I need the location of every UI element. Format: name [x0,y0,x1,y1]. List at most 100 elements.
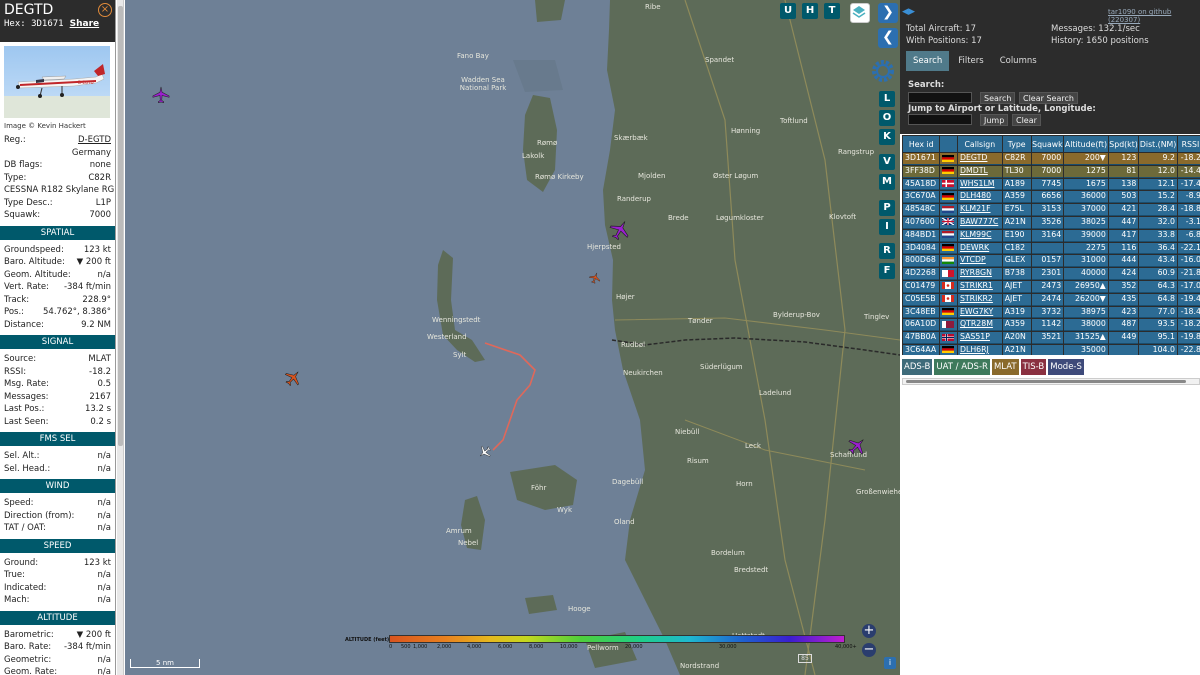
aircraft-icon[interactable] [152,86,170,104]
table-row[interactable]: 48548C KLM21F E75L 3153 37000 421 28.4 -18.8 [903,204,1200,216]
table-row[interactable]: 4D2268 RYR8GN B738 2301 40000 424 60.9 -21.8 [903,268,1200,280]
table-row[interactable]: 3C64AA DLH6RJ A21N 35000 104.0 -22.8 [903,344,1200,355]
column-header[interactable] [940,136,957,152]
cell-dist: 15.2 [1139,191,1177,204]
cell-cs[interactable]: DLH6RJ [957,344,1002,355]
cell-cs[interactable]: DEGTD [957,153,1002,165]
map-side-button-l[interactable]: L [879,91,895,107]
altitude-value: n/a [97,667,111,675]
expand-icon[interactable]: ◂▸ [902,4,915,19]
search-input[interactable] [908,92,972,103]
cell-alt: 40000 [1064,268,1108,280]
place-label: Amrum [446,527,472,535]
column-header[interactable]: RSSI [1177,136,1200,152]
jump-input[interactable] [908,114,972,125]
cell-cs[interactable]: STRIKR2 [957,293,1002,306]
chevron-right-icon[interactable]: ❯ [878,3,898,23]
place-label: Rudbøl [621,341,646,349]
column-header[interactable]: Spd(kt) [1108,136,1139,152]
map-side-button-f[interactable]: F [879,263,895,279]
cell-sq: 3153 [1031,204,1064,216]
spatial-row: Geom. Altitude: n/a [4,269,111,282]
column-header[interactable]: Hex id [903,136,940,152]
place-label: Brede [668,214,689,222]
left-panel-scrollbar[interactable] [117,0,124,675]
map-button-t[interactable]: T [824,3,840,19]
altitude-tick-label: 8,000 [529,644,544,650]
clear-search-button[interactable]: Clear Search [1019,92,1078,104]
map-view[interactable]: Ribe Spandet Fano Bay Wadden Sea National P… [125,0,900,675]
table-row[interactable]: 800D68 VTCDP GLEX 0157 31000 444 43.4 -16.0 [903,255,1200,268]
table-horizontal-scrollbar[interactable] [902,378,1200,385]
signal-key: RSSI: [4,366,27,377]
column-header[interactable]: Dist.(NM) [1139,136,1177,152]
cell-cs[interactable]: DEWRK [957,242,1002,255]
cell-hex: 484BD1 [903,229,940,242]
map-side-button-r[interactable]: R [879,243,895,259]
cell-alt: 37000 [1064,204,1108,216]
table-row[interactable]: 3D1671 DEGTD C82R 7000 200▼ 123 9.2 -18.2 [903,153,1200,165]
map-side-button-i[interactable]: I [879,219,895,235]
table-row[interactable]: 3C48EB EWG7KY A319 3732 38975 423 77.0 -18.4 [903,306,1200,319]
chevron-left-icon[interactable]: ❮ [878,28,898,48]
map-side-button-o[interactable]: O [879,110,895,126]
table-row[interactable]: 407600 BAW777C A21N 3526 38025 447 32.0 -3.1 [903,216,1200,229]
search-button[interactable]: Search [980,92,1016,104]
cell-cs[interactable]: WHS1LM [957,178,1002,191]
column-header[interactable]: Callsign [957,136,1002,152]
cell-cs[interactable]: QTR28M [957,319,1002,332]
layers-icon[interactable] [850,3,870,23]
cell-cs[interactable]: KLM21F [957,204,1002,216]
cell-hex: 407600 [903,216,940,229]
share-link[interactable]: Share [70,19,100,29]
settings-gear-icon[interactable] [869,57,897,85]
tab-columns[interactable]: Columns [993,51,1044,71]
zoom-out-button[interactable]: − [862,643,876,657]
version-link[interactable]: tar1090 on github (220307) [1108,8,1200,24]
tab-search[interactable]: Search [906,51,950,71]
map-side-button-m[interactable]: M [879,174,895,190]
zoom-in-button[interactable]: + [862,624,876,638]
cell-cs[interactable]: VTCDP [957,255,1002,268]
clear-button[interactable]: Clear [1012,114,1041,126]
map-side-button-p[interactable]: P [879,200,895,216]
info-value[interactable]: D-EGTD [78,134,111,147]
place-label: Bredstedt [734,566,769,574]
table-row[interactable]: 484BD1 KLM99C E190 3164 39000 417 33.8 -6.8 [903,229,1200,242]
flag-icon [940,178,957,191]
table-row[interactable]: C05E5B STRIKR2 AJET 2474 26200▼ 435 64.8 -19.4 [903,293,1200,306]
table-row[interactable]: 3D4084 DEWRK C182 2275 116 36.4 -22.1 [903,242,1200,255]
cell-cs[interactable]: BAW777C [957,216,1002,229]
table-row[interactable]: 06A10D QTR28M A359 1142 38000 487 93.5 -18.2 [903,319,1200,332]
table-row[interactable]: 3FF38D DMDTL TL30 7000 1275 81 12.0 -14.4 [903,165,1200,178]
aircraft-photo[interactable]: D-EGTD [4,46,110,118]
table-row[interactable]: 3C670A DLH480 A359 6656 36000 503 15.2 -8.9 [903,191,1200,204]
table-row[interactable]: 47BB0A SAS51P A20N 3521 31525▲ 449 95.1 -19.8 [903,332,1200,344]
cell-cs[interactable]: KLM99C [957,229,1002,242]
info-row: Reg.: D-EGTD [4,134,111,147]
map-side-button-v[interactable]: V [879,154,895,170]
info-value: L1P [95,197,111,208]
column-header[interactable]: Type [1002,136,1031,152]
close-icon[interactable]: × [98,3,112,17]
place-label: Wyk [557,506,572,514]
cell-cs[interactable]: SAS51P [957,332,1002,344]
jump-button[interactable]: Jump [980,114,1009,126]
selected-aircraft-header: DEGTD Hex: 3D1671 Share × [0,0,115,42]
cell-cs[interactable]: RYR8GN [957,268,1002,280]
map-button-u[interactable]: U [780,3,796,19]
table-row[interactable]: 45A18D WHS1LM A189 7745 1675 138 12.1 -17.4 [903,178,1200,191]
map-side-button-k[interactable]: K [879,129,895,145]
speed-key: Indicated: [4,582,47,593]
map-button-h[interactable]: H [802,3,818,19]
cell-cs[interactable]: DLH480 [957,191,1002,204]
info-icon[interactable]: i [884,657,896,669]
cell-cs[interactable]: DMDTL [957,165,1002,178]
table-row[interactable]: C01479 STRIKR1 AJET 2473 26950▲ 352 64.3 -17.0 [903,280,1200,293]
tab-filters[interactable]: Filters [951,51,990,71]
cell-cs[interactable]: STRIKR1 [957,280,1002,293]
column-header[interactable]: Squawk [1031,136,1064,152]
cell-cs[interactable]: EWG7KY [957,306,1002,319]
column-header[interactable]: Altitude(ft) [1064,136,1108,152]
cell-spd: 424 [1108,268,1139,280]
